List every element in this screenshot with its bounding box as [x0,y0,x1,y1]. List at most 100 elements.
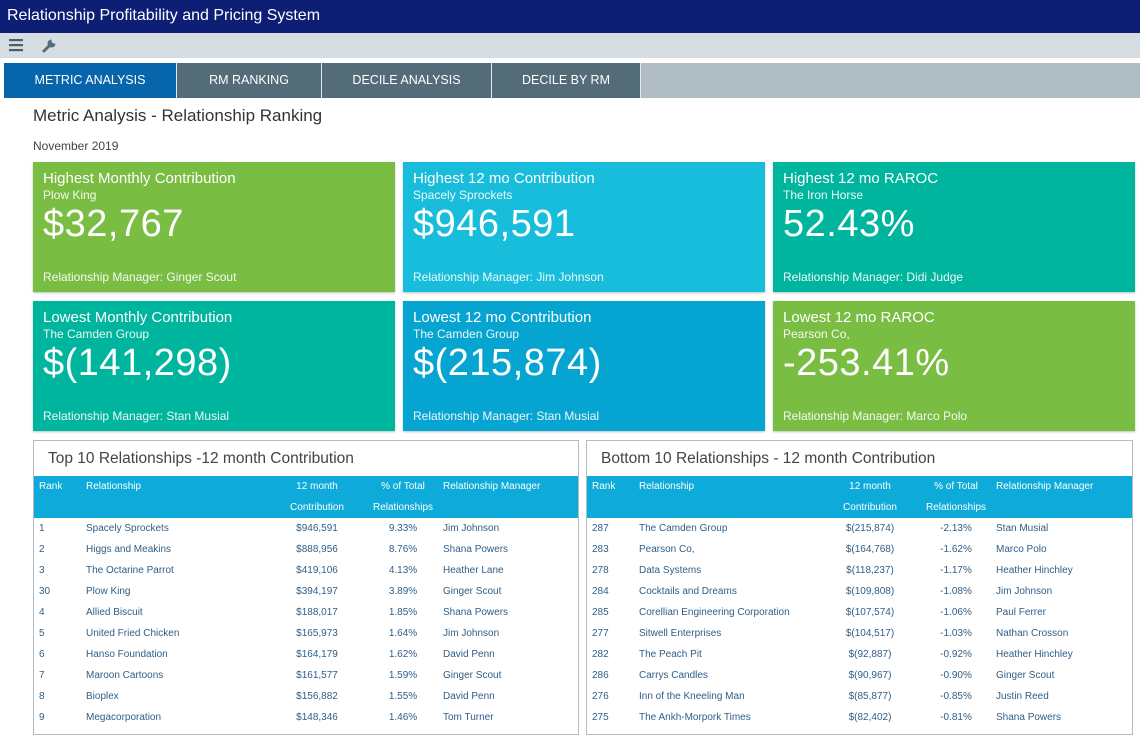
cell-rm: Ginger Scout [996,670,1055,681]
card-rm: Relationship Manager: Jim Johnson [413,270,604,284]
header-contribution[interactable]: 12 month [824,476,916,497]
app-title-bar: Relationship Profitability and Pricing S… [0,0,1140,33]
cell-contribution: $(85,877) [848,691,892,702]
header-rm[interactable]: Relationship Manager [443,476,578,497]
cell-contribution: $(107,574) [845,607,895,618]
table-row[interactable]: 275 The Ankh-Morpork Times $(82,402) -0.81%… [587,707,1132,728]
card-relationship: Spacely Sprockets [413,188,513,202]
table-row[interactable]: 4 Allied Biscuit $188,017 1.85% Shana Powers [34,602,578,623]
table-row[interactable]: 5 United Fried Chicken $165,973 1.64% Jim Jo… [34,623,578,644]
bottom10-panel: Bottom 10 Relationships - 12 month Contr… [586,440,1133,735]
tab-metric-analysis[interactable]: METRIC ANALYSIS [4,63,177,98]
cell-pct-total: -1.03% [940,628,972,639]
table-row[interactable]: 3 The Octarine Parrot $419,106 4.13% Heather… [34,560,578,581]
cell-rank: 7 [39,670,45,681]
cell-rank: 282 [592,649,609,660]
cell-pct-total: -2.13% [940,523,972,534]
card-rm: Relationship Manager: Stan Musial [43,409,230,423]
header-rank[interactable]: Rank [34,476,86,497]
table-row[interactable]: 30 Plow King $394,197 3.89% Ginger Scout [34,581,578,602]
card-rm: Relationship Manager: Marco Polo [783,409,968,423]
cell-pct-total: 9.33% [388,523,418,534]
cell-rank: 277 [592,628,609,639]
header-pct-total[interactable]: % of Total [916,476,996,497]
cell-rank: 276 [592,691,609,702]
cell-rm: Nathan Crosson [996,628,1069,639]
table-row[interactable]: 284 Cocktails and Dreams $(109,808) -1.08% J… [587,581,1132,602]
menu-icon[interactable] [8,37,26,55]
cell-relationship: United Fried Chicken [86,628,180,639]
tab-rm-ranking[interactable]: RM RANKING [177,63,322,98]
table-row[interactable]: 276 Inn of the Kneeling Man $(85,877) -0.85… [587,686,1132,707]
table-row[interactable]: 283 Pearson Co, $(164,768) -1.62% Marco Polo [587,539,1132,560]
header-contribution-line2: Contribution [290,502,344,513]
cell-rank: 283 [592,544,609,555]
header-pct-total-line2: Relationships [925,502,987,513]
table-header-row: Rank Relationship 12 month % of Total Re… [34,476,578,497]
table-row[interactable]: 286 Carrys Candles $(90,967) -0.90% Ginger S… [587,665,1132,686]
card-title: Highest Monthly Contribution [43,170,236,187]
tab-decile-analysis[interactable]: DECILE ANALYSIS [322,63,492,98]
table-header-row-2: Contribution Relationships [34,497,578,518]
header-pct-total[interactable]: % of Total [363,476,443,497]
cell-contribution: $161,577 [296,670,338,681]
cell-pct-total: 1.55% [388,691,418,702]
cell-rm: Heather Lane [443,565,504,576]
cell-contribution: $156,882 [296,691,338,702]
cell-pct-total: 1.59% [388,670,418,681]
header-relationship[interactable]: Relationship [639,476,824,497]
table-row[interactable]: 6 Hanso Foundation $164,179 1.62% David Penn [34,644,578,665]
cell-rm: David Penn [443,649,495,660]
wrench-icon[interactable] [42,37,60,55]
cell-relationship: Inn of the Kneeling Man [639,691,745,702]
table-row[interactable]: 285 Corellian Engineering Corporation $(10… [587,602,1132,623]
bottom10-table: Rank Relationship 12 month % of Total Re… [587,476,1132,728]
card-value: $(215,874) [413,342,602,384]
table-row[interactable]: 9 Megacorporation $148,346 1.46% Tom Turner [34,707,578,728]
table-header-row: Rank Relationship 12 month % of Total Re… [587,476,1132,497]
tab-decile-by-rm[interactable]: DECILE BY RM [492,63,641,98]
page-title: Metric Analysis - Relationship Ranking [33,106,323,125]
table-row[interactable]: 278 Data Systems $(118,237) -1.17% Heather H… [587,560,1132,581]
cell-contribution: $(164,768) [845,544,895,555]
cell-pct-total: -0.92% [940,649,972,660]
table-row[interactable]: 282 The Peach Pit $(92,887) -0.92% Heather H… [587,644,1132,665]
header-rank[interactable]: Rank [587,476,639,497]
card-value: -253.41% [783,342,950,384]
table-row[interactable]: 8 Bioplex $156,882 1.55% David Penn [34,686,578,707]
cell-pct-total: -0.81% [940,712,972,723]
page-date: November 2019 [33,139,119,153]
table-row[interactable]: 277 Sitwell Enterprises $(104,517) -1.03% Na… [587,623,1132,644]
cell-rm: Shana Powers [443,607,509,618]
card-relationship: Plow King [43,188,97,202]
card-title: Highest 12 mo RAROC [783,170,939,187]
cell-rm: Shana Powers [996,712,1062,723]
cell-rm: Stan Musial [996,523,1049,534]
tab-bar: METRIC ANALYSIS RM RANKING DECILE ANALYS… [4,63,1140,98]
cell-relationship: Cocktails and Dreams [639,586,737,597]
header-rm[interactable]: Relationship Manager [996,476,1132,497]
table-row[interactable]: 287 The Camden Group $(215,874) -2.13% Stan … [587,518,1132,539]
cell-relationship: Plow King [86,586,131,597]
cell-rm: Shana Powers [443,544,509,555]
header-contribution[interactable]: 12 month [271,476,363,497]
cell-pct-total: 1.85% [388,607,418,618]
table-row[interactable]: 1 Spacely Sprockets $946,591 9.33% Jim Johns… [34,518,578,539]
cell-pct-total: -0.85% [940,691,972,702]
cell-rank: 3 [39,565,45,576]
cell-contribution: $394,197 [296,586,338,597]
table-row[interactable]: 2 Higgs and Meakins $888,956 8.76% Shana Pow… [34,539,578,560]
cell-relationship: Bioplex [86,691,119,702]
cell-rm: Ginger Scout [443,586,502,597]
card-rm: Relationship Manager: Didi Judge [783,270,964,284]
table-row[interactable]: 7 Maroon Cartoons $161,577 1.59% Ginger Scou… [34,665,578,686]
header-relationship[interactable]: Relationship [86,476,271,497]
card-lowest-monthly-contribution: Lowest Monthly Contribution The Camden G… [33,301,395,431]
cell-rank: 287 [592,523,609,534]
cell-contribution: $419,106 [296,565,338,576]
cell-contribution: $(82,402) [848,712,892,723]
cell-rank: 30 [39,586,51,597]
cell-relationship: Maroon Cartoons [86,670,164,681]
cell-rank: 2 [39,544,45,555]
cell-relationship: Carrys Candles [639,670,708,681]
